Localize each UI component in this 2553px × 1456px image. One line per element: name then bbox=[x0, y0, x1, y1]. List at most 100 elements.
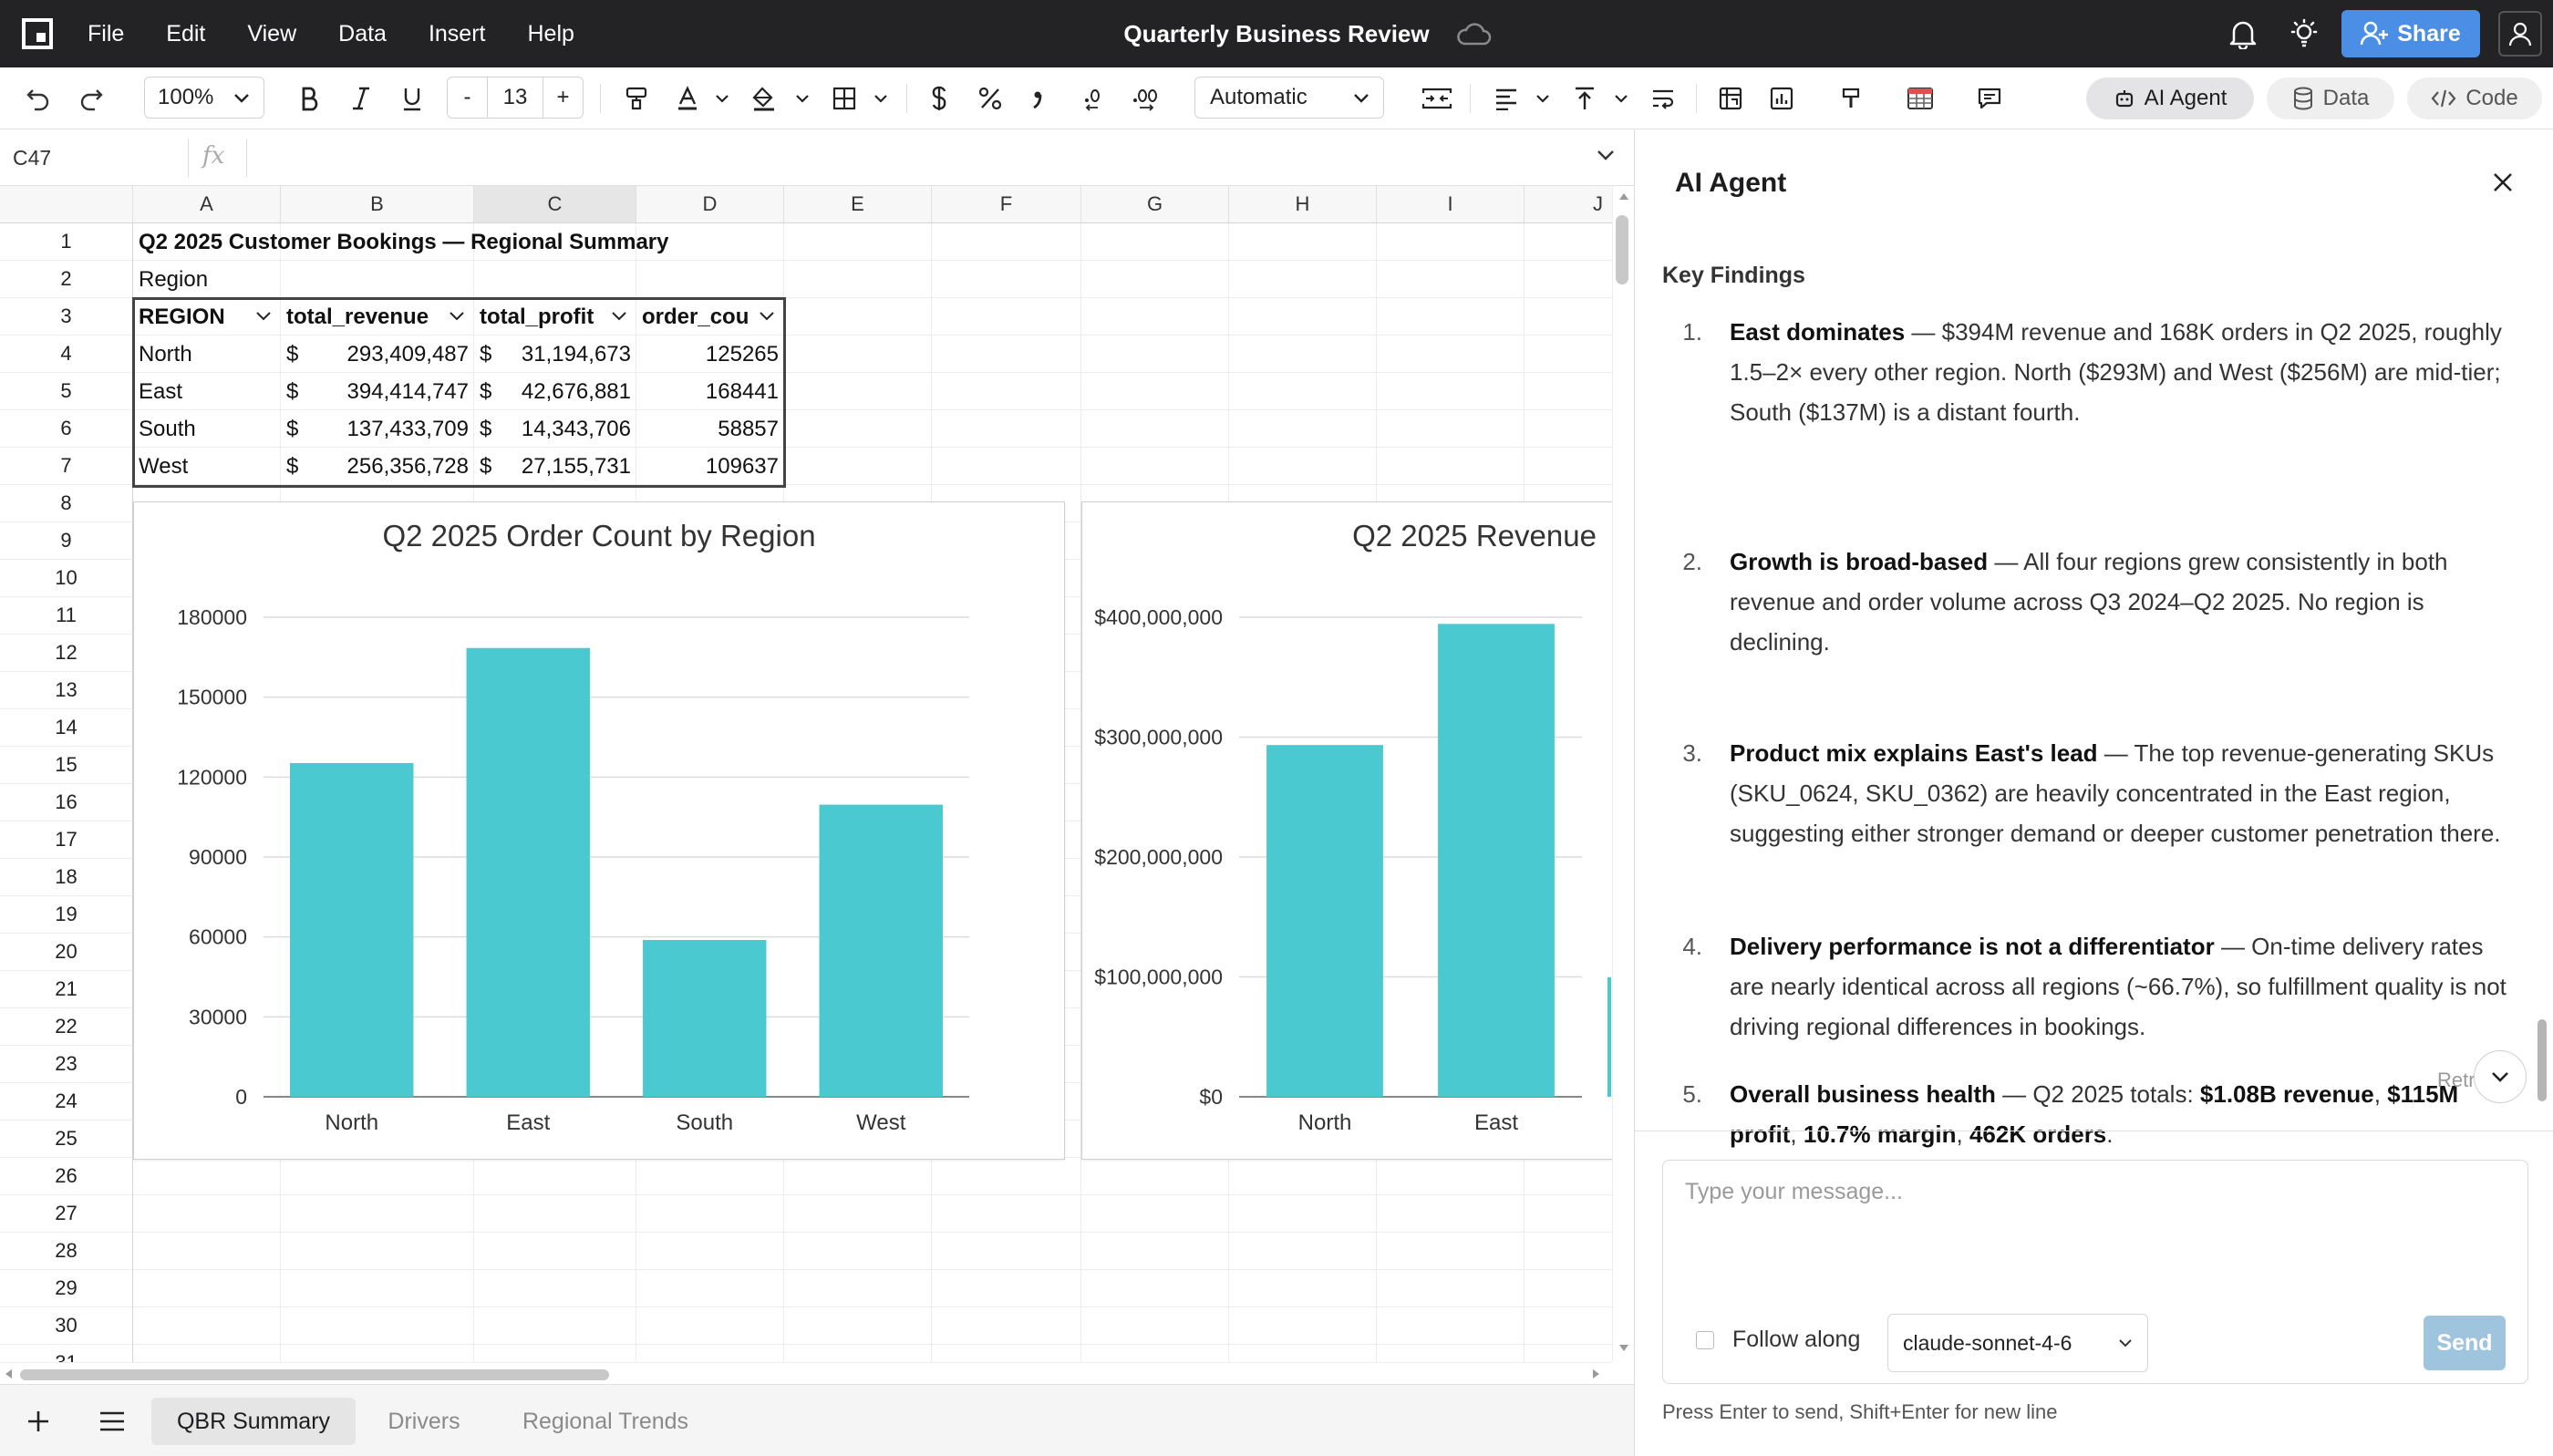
region-cell[interactable]: North bbox=[133, 336, 281, 373]
bar-north[interactable] bbox=[290, 762, 414, 1097]
region-cell[interactable]: East bbox=[133, 373, 281, 410]
row-header-19[interactable]: 19 bbox=[0, 896, 133, 934]
borders-button[interactable] bbox=[826, 67, 863, 129]
vertical-align-button[interactable] bbox=[1566, 67, 1603, 129]
sheet-list-menu-icon[interactable] bbox=[98, 1410, 126, 1432]
revenue-cell[interactable]: $293,409,487 bbox=[281, 336, 474, 373]
insert-pivot-button[interactable] bbox=[1712, 67, 1749, 129]
text-color-button[interactable] bbox=[669, 67, 706, 129]
tab-regional-trends[interactable]: Regional Trends bbox=[492, 1398, 718, 1445]
filter-chevron-down-icon[interactable] bbox=[255, 311, 272, 322]
row-header-31[interactable]: 31 bbox=[0, 1345, 133, 1362]
font-size-increase-button[interactable]: + bbox=[543, 77, 583, 118]
order-count-cell[interactable]: 58857 bbox=[636, 410, 784, 448]
menu-data[interactable]: Data bbox=[338, 21, 387, 47]
column-header-d[interactable]: D bbox=[636, 186, 784, 223]
follow-along-toggle[interactable]: Follow along bbox=[1696, 1327, 1860, 1353]
row-header-9[interactable]: 9 bbox=[0, 522, 133, 560]
row-header-1[interactable]: 1 bbox=[0, 223, 133, 261]
font-size-value[interactable]: 13 bbox=[488, 85, 543, 110]
row-header-18[interactable]: 18 bbox=[0, 859, 133, 896]
fill-color-button[interactable] bbox=[746, 67, 782, 129]
data-tab[interactable]: Data bbox=[2267, 77, 2394, 119]
bold-button[interactable] bbox=[292, 67, 328, 129]
region-cell[interactable]: West bbox=[133, 448, 281, 485]
revenue-chart[interactable]: Q2 2025 Revenue $0 $100,000,000 $200,000,00… bbox=[1081, 501, 1612, 1160]
bar-west[interactable] bbox=[819, 804, 943, 1097]
panel-scrollbar-thumb[interactable] bbox=[2537, 1019, 2547, 1101]
row-header-14[interactable]: 14 bbox=[0, 709, 133, 747]
bar-east[interactable] bbox=[1438, 624, 1555, 1097]
bar-east[interactable] bbox=[466, 647, 590, 1097]
profit-cell[interactable]: $42,676,881 bbox=[474, 373, 636, 410]
underline-button[interactable] bbox=[394, 67, 430, 129]
avatar[interactable] bbox=[2498, 11, 2542, 57]
merge-cells-button[interactable] bbox=[1419, 67, 1455, 129]
bell-icon[interactable] bbox=[2228, 18, 2258, 49]
row-header-6[interactable]: 6 bbox=[0, 410, 133, 448]
row-header-29[interactable]: 29 bbox=[0, 1270, 133, 1307]
column-header-e[interactable]: E bbox=[784, 186, 932, 223]
tab-drivers[interactable]: Drivers bbox=[365, 1398, 483, 1445]
row-header-25[interactable]: 25 bbox=[0, 1120, 133, 1158]
share-button[interactable]: Share bbox=[2341, 10, 2480, 57]
document-title[interactable]: Quarterly Business Review bbox=[1123, 20, 1429, 48]
fill-color-dropdown[interactable] bbox=[791, 67, 813, 129]
filter-chevron-down-icon[interactable] bbox=[449, 311, 465, 322]
comma-format-button[interactable] bbox=[1021, 67, 1054, 129]
zoom-select[interactable]: 100% bbox=[144, 77, 264, 119]
add-sheet-plus-icon[interactable] bbox=[26, 1409, 51, 1434]
retry-link[interactable]: Retr bbox=[2437, 1069, 2475, 1092]
send-button[interactable]: Send bbox=[2424, 1316, 2506, 1370]
order-count-cell[interactable]: 168441 bbox=[636, 373, 784, 410]
insert-chart-button[interactable] bbox=[1763, 67, 1800, 129]
increase-decimal-button[interactable] bbox=[1125, 67, 1165, 129]
horizontal-align-button[interactable] bbox=[1488, 67, 1525, 129]
row-header-11[interactable]: 11 bbox=[0, 597, 133, 635]
row-header-22[interactable]: 22 bbox=[0, 1008, 133, 1046]
region-cell[interactable]: South bbox=[133, 410, 281, 448]
model-select[interactable]: claude-sonnet-4-6 bbox=[1887, 1314, 2148, 1372]
row-header-24[interactable]: 24 bbox=[0, 1083, 133, 1120]
column-header-g[interactable]: G bbox=[1081, 186, 1229, 223]
formula-input[interactable] bbox=[255, 139, 1568, 177]
column-header-c[interactable]: C bbox=[474, 186, 636, 223]
column-header-j[interactable]: J bbox=[1525, 186, 1612, 223]
conditional-format-button[interactable] bbox=[1833, 67, 1869, 129]
comment-button[interactable] bbox=[1971, 67, 2008, 129]
order-count-cell[interactable]: 109637 bbox=[636, 448, 784, 485]
currency-format-button[interactable] bbox=[921, 67, 957, 129]
undo-button[interactable] bbox=[20, 67, 57, 129]
vertical-scrollbar[interactable] bbox=[1612, 186, 1634, 1362]
expand-formula-chevron-down-icon[interactable] bbox=[1596, 148, 1616, 162]
profit-cell[interactable]: $31,194,673 bbox=[474, 336, 636, 373]
scroll-down-arrow-icon[interactable] bbox=[1618, 1344, 1629, 1353]
revenue-cell[interactable]: $394,414,747 bbox=[281, 373, 474, 410]
row-header-8[interactable]: 8 bbox=[0, 485, 133, 522]
redo-button[interactable] bbox=[73, 67, 109, 129]
row-header-4[interactable]: 4 bbox=[0, 336, 133, 373]
row-header-10[interactable]: 10 bbox=[0, 560, 133, 597]
column-header-a[interactable]: A bbox=[133, 186, 281, 223]
column-header-f[interactable]: F bbox=[932, 186, 1081, 223]
number-format-select[interactable]: Automatic bbox=[1194, 77, 1384, 119]
row-header-26[interactable]: 26 bbox=[0, 1158, 133, 1195]
vertical-align-dropdown[interactable] bbox=[1610, 67, 1632, 129]
app-logo-icon[interactable] bbox=[22, 18, 53, 49]
row-header-16[interactable]: 16 bbox=[0, 784, 133, 821]
row-header-21[interactable]: 21 bbox=[0, 971, 133, 1008]
row-header-15[interactable]: 15 bbox=[0, 747, 133, 784]
horizontal-scrollbar-thumb[interactable] bbox=[20, 1369, 609, 1380]
revenue-cell[interactable]: $137,433,709 bbox=[281, 410, 474, 448]
row-header-30[interactable]: 30 bbox=[0, 1307, 133, 1345]
scroll-to-bottom-button[interactable] bbox=[2474, 1050, 2527, 1103]
scroll-right-arrow-icon[interactable] bbox=[1592, 1368, 1601, 1379]
row-header-5[interactable]: 5 bbox=[0, 373, 133, 410]
theme-bulb-icon[interactable] bbox=[2289, 18, 2320, 49]
vertical-scrollbar-thumb[interactable] bbox=[1616, 215, 1628, 284]
select-all-corner[interactable] bbox=[0, 186, 133, 223]
row-header-3[interactable]: 3 bbox=[0, 298, 133, 336]
table-style-button[interactable] bbox=[1902, 67, 1938, 129]
font-size-decrease-button[interactable]: - bbox=[448, 77, 488, 118]
row-header-12[interactable]: 12 bbox=[0, 635, 133, 672]
